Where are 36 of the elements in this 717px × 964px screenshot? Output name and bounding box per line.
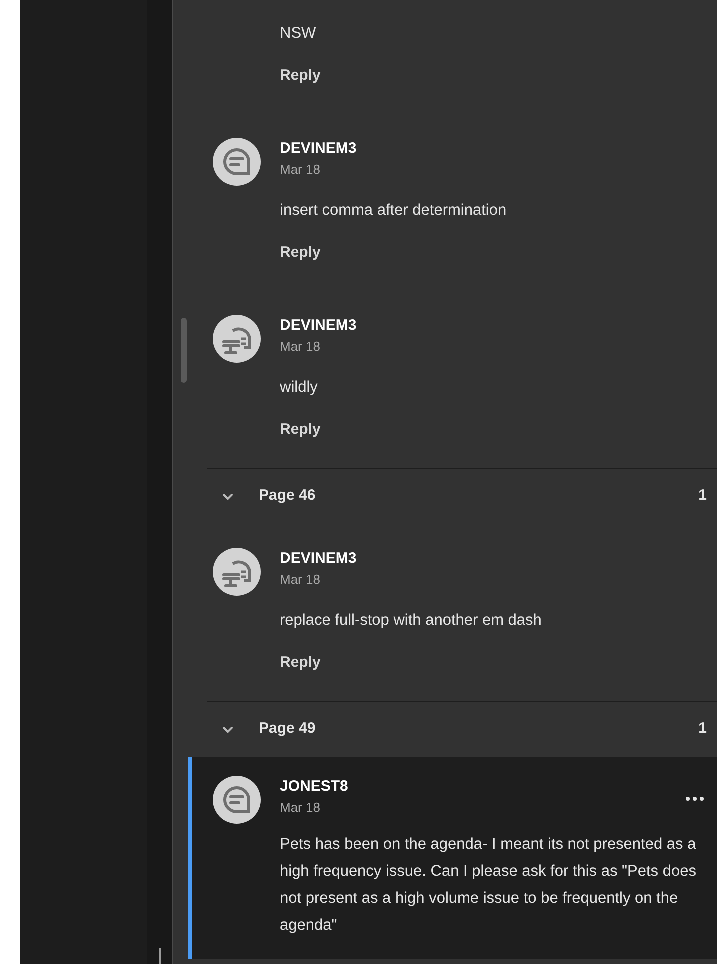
comment-text: NSW — [280, 24, 318, 44]
comment-count: 1 — [698, 486, 707, 506]
page-label: Page 46 — [259, 486, 317, 506]
comment-text: insert comma after determination — [280, 201, 508, 221]
author-name: DEVINEM3 — [280, 139, 358, 159]
page-label: Page 49 — [259, 719, 317, 740]
reply-link[interactable]: Reply — [280, 241, 321, 265]
comment-bubble-icon — [213, 138, 261, 186]
page-group-header[interactable]: Page 49 1 — [207, 702, 717, 757]
author-name: JONEST8 — [280, 777, 350, 797]
chevron-icon — [222, 492, 234, 500]
scrollbar-thumb[interactable] — [181, 318, 187, 383]
stamp-icon — [213, 315, 261, 363]
comment-count: 1 — [698, 719, 707, 740]
comment-text: Pets has been on the agenda- I meant its not presented as a high frequency issue. Can I please ask for this as "Pets does not present as a high volume issue to be frequently on the agenda" — [280, 835, 698, 936]
comment-date: Mar 18 — [280, 338, 322, 356]
comment-date: Mar 18 — [280, 161, 322, 179]
page-group-header[interactable]: Page 46 1 — [207, 469, 717, 524]
reply-link[interactable]: Reply — [280, 418, 321, 442]
selected-comment[interactable] — [188, 757, 717, 959]
comment-text: wildly — [280, 378, 319, 398]
more-icon[interactable] — [685, 796, 705, 802]
comment[interactable]: DEVINEM3 Mar 18 replace full-stop with another em dash Reply — [188, 524, 717, 701]
comment-text: replace full-stop with another em dash — [280, 611, 543, 631]
comment-date: Mar 18 — [280, 571, 322, 589]
comment-date: Mar 18 — [280, 799, 322, 817]
reply-link[interactable]: Reply — [280, 651, 321, 675]
author-name: DEVINEM3 — [280, 549, 358, 569]
comment[interactable]: NSW Reply — [188, 0, 717, 114]
reply-link[interactable]: Reply — [280, 64, 321, 88]
author-name: DEVINEM3 — [280, 316, 358, 336]
comment[interactable]: DEVINEM3 Mar 18 wildly Reply — [188, 291, 717, 468]
stamp-icon — [213, 548, 261, 596]
chevron-icon — [222, 726, 234, 734]
comment[interactable]: DEVINEM3 Mar 18 insert comma after determination Reply — [188, 114, 717, 291]
comment-bubble-icon — [213, 776, 261, 824]
